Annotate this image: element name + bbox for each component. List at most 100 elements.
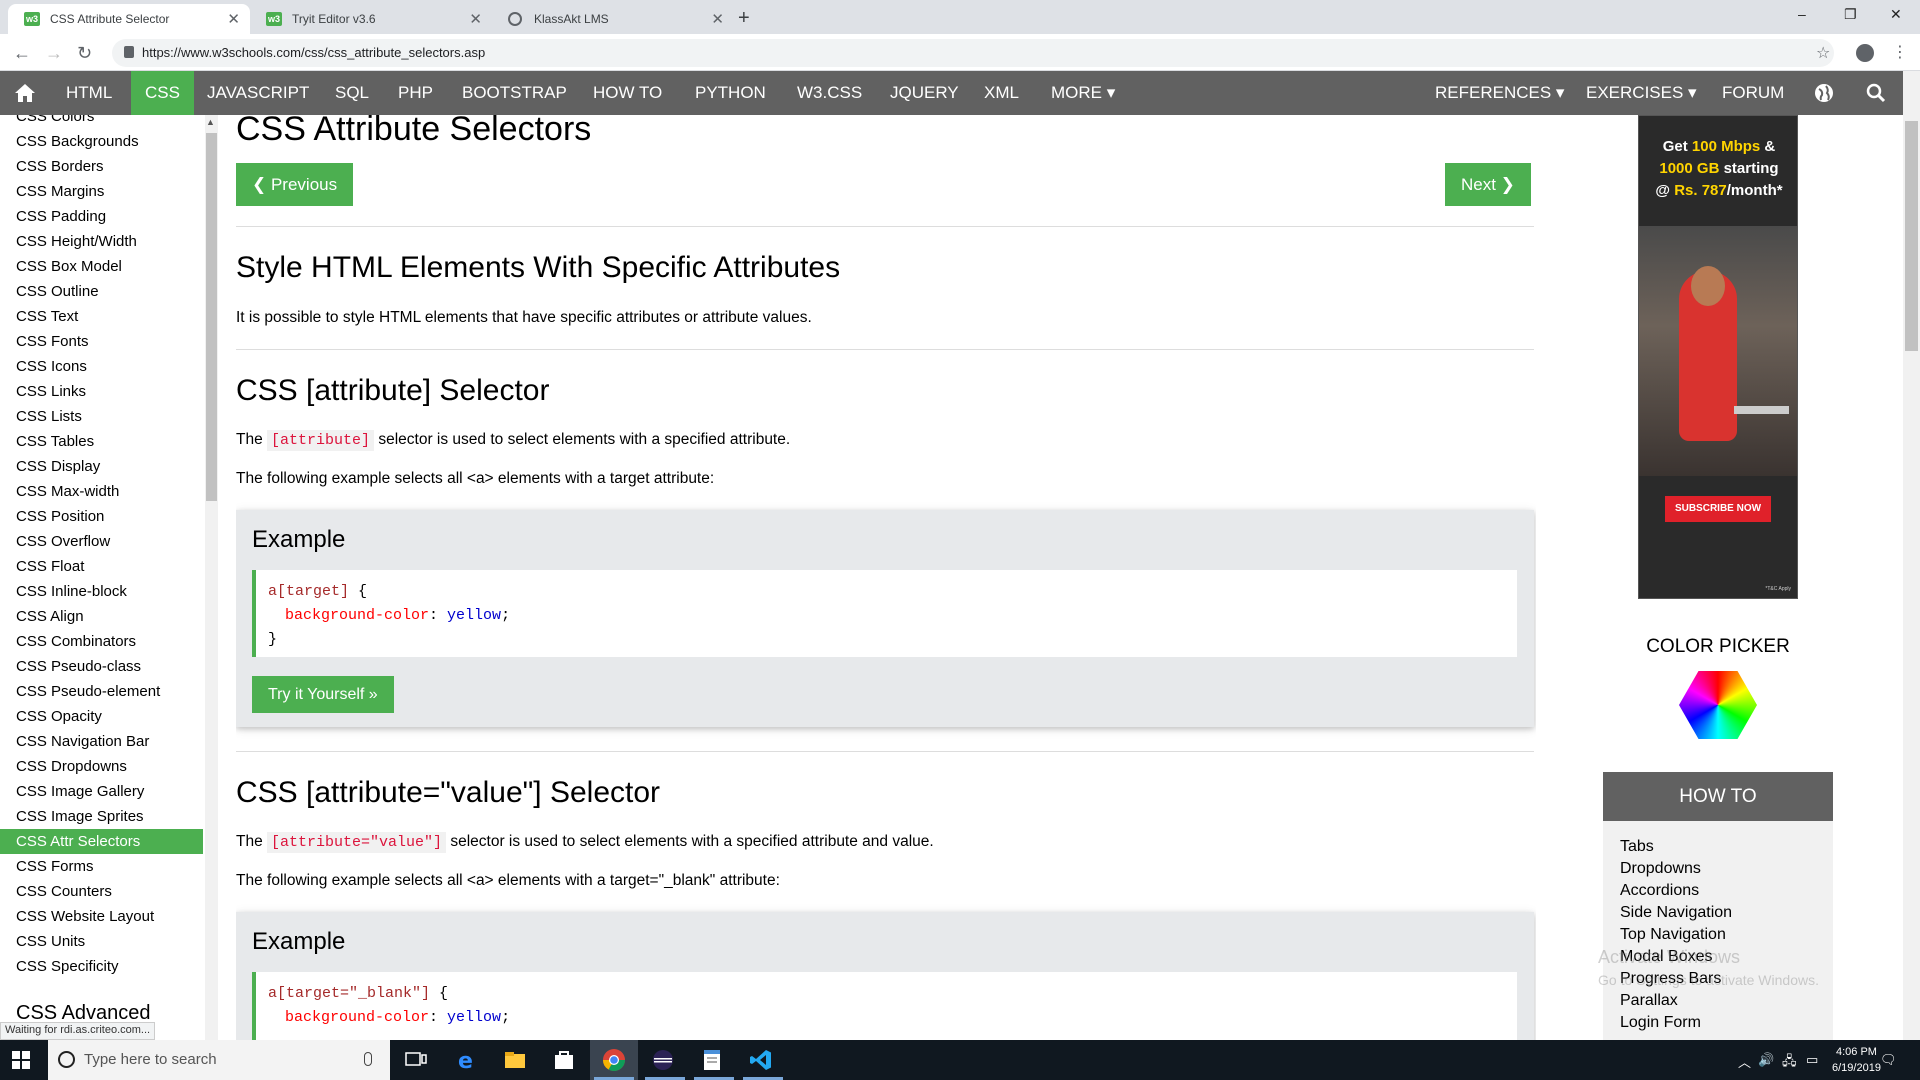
store-icon[interactable] — [552, 1048, 576, 1072]
sidebar-item[interactable]: CSS Backgrounds — [0, 129, 203, 154]
file-explorer-icon[interactable] — [503, 1048, 527, 1072]
taskbar-search-input[interactable]: Type here to search — [48, 1040, 390, 1080]
nav-forum[interactable]: FORUM — [1708, 71, 1798, 115]
sidebar-item[interactable]: CSS Opacity — [0, 704, 203, 729]
nav-w3css[interactable]: W3.CSS — [783, 71, 876, 115]
howto-link[interactable]: Login Form — [1620, 1014, 1701, 1032]
sidebar-item[interactable]: CSS Attr Selectors — [0, 829, 203, 854]
sidebar-item[interactable]: CSS Units — [0, 929, 203, 954]
url-input[interactable]: https://www.w3schools.com/css/css_attrib… — [112, 39, 1834, 67]
windows-start-icon[interactable] — [12, 1051, 30, 1069]
sidebar-item[interactable]: CSS Image Gallery — [0, 779, 203, 804]
sidebar-item[interactable]: CSS Pseudo-element — [0, 679, 203, 704]
sidebar-item[interactable]: CSS Float — [0, 554, 203, 579]
color-picker-hexagon-icon[interactable] — [1679, 671, 1757, 739]
close-window-button[interactable]: ✕ — [1890, 6, 1902, 23]
nav-xml[interactable]: XML — [970, 71, 1033, 115]
page-scrollbar[interactable] — [1903, 71, 1920, 1040]
reload-icon[interactable]: ↻ — [77, 43, 92, 64]
network-icon[interactable]: 🖧 — [1782, 1052, 1797, 1074]
nav-jquery[interactable]: JQUERY — [876, 71, 973, 115]
howto-link[interactable]: Accordions — [1620, 882, 1699, 900]
menu-kebab-icon[interactable]: ⋮ — [1892, 42, 1908, 62]
tab-tryit-editor[interactable]: w3 Tryit Editor v3.6 ✕ — [250, 4, 492, 34]
nav-exercises-dropdown[interactable]: EXERCISES ▾ — [1572, 71, 1711, 115]
sidebar-item[interactable]: CSS Margins — [0, 179, 203, 204]
taskbar-clock[interactable]: 4:06 PM 6/19/2019 — [1832, 1044, 1881, 1076]
nav-bootstrap[interactable]: BOOTSTRAP — [448, 71, 581, 115]
forward-arrow-icon[interactable]: → — [45, 43, 63, 64]
sidebar-item[interactable]: CSS Display — [0, 454, 203, 479]
eclipse-icon[interactable] — [651, 1048, 675, 1072]
sidebar-item[interactable]: CSS Links — [0, 379, 203, 404]
nav-html[interactable]: HTML — [52, 71, 126, 115]
restore-button[interactable]: ❐ — [1844, 6, 1857, 23]
sidebar-item[interactable]: CSS Website Layout — [0, 904, 203, 929]
vscode-icon[interactable] — [749, 1048, 773, 1072]
notifications-icon[interactable]: 🗨 — [1880, 1052, 1897, 1068]
sidebar-item[interactable]: CSS Counters — [0, 879, 203, 904]
edge-browser-icon[interactable]: e — [455, 1048, 479, 1072]
notepad-icon[interactable] — [700, 1048, 724, 1072]
sidebar-item[interactable]: CSS Navigation Bar — [0, 729, 203, 754]
sidebar-item[interactable]: CSS Box Model — [0, 254, 203, 279]
bookmark-star-icon[interactable]: ☆ — [1816, 43, 1830, 63]
sidebar-item[interactable]: CSS Dropdowns — [0, 754, 203, 779]
advertisement-banner[interactable]: Get 100 Mbps & 1000 GB starting @ Rs. 78… — [1638, 115, 1798, 599]
sidebar-item[interactable]: CSS Align — [0, 604, 203, 629]
sidebar-item[interactable]: CSS Colors — [0, 115, 203, 129]
sidebar-item[interactable]: CSS Outline — [0, 279, 203, 304]
show-hidden-icons-icon[interactable]: ︿ — [1738, 1052, 1751, 1071]
sidebar-item[interactable]: CSS Height/Width — [0, 229, 203, 254]
home-icon[interactable] — [14, 83, 36, 103]
sidebar-item[interactable]: CSS Position — [0, 504, 203, 529]
howto-link[interactable]: Tabs — [1620, 838, 1654, 856]
action-center-icon[interactable]: ▭ — [1806, 1052, 1818, 1068]
close-tab-icon[interactable]: ✕ — [711, 10, 724, 28]
sidebar-item[interactable]: CSS Fonts — [0, 329, 203, 354]
volume-icon[interactable]: 🔊 — [1758, 1052, 1774, 1068]
sidebar-item[interactable]: CSS Pseudo-class — [0, 654, 203, 679]
howto-link[interactable]: Parallax — [1620, 992, 1678, 1010]
howto-link[interactable]: Top Navigation — [1620, 926, 1726, 944]
subscribe-now-button[interactable]: SUBSCRIBE NOW — [1665, 496, 1771, 522]
previous-button[interactable]: ❮ Previous — [236, 163, 354, 206]
sidebar-item[interactable]: CSS Combinators — [0, 629, 203, 654]
sidebar-item[interactable]: CSS Specificity — [0, 954, 203, 979]
chrome-icon[interactable] — [602, 1048, 626, 1072]
minimize-button[interactable]: – — [1798, 6, 1806, 22]
page-scrollbar-thumb[interactable] — [1905, 121, 1918, 351]
back-arrow-icon[interactable]: ← — [13, 43, 31, 64]
sidebar-item[interactable]: CSS Max-width — [0, 479, 203, 504]
sidebar-item[interactable]: CSS Borders — [0, 154, 203, 179]
nav-how-to[interactable]: HOW TO — [579, 71, 676, 115]
nav-python[interactable]: PYTHON — [681, 71, 780, 115]
nav-javascript[interactable]: JAVASCRIPT — [193, 71, 323, 115]
howto-link[interactable]: Dropdowns — [1620, 860, 1701, 878]
sidebar-item[interactable]: CSS Icons — [0, 354, 203, 379]
nav-sql[interactable]: SQL — [321, 71, 383, 115]
globe-icon[interactable] — [1814, 83, 1834, 103]
search-icon[interactable] — [1866, 83, 1886, 103]
sidebar-item[interactable]: CSS Inline-block — [0, 579, 203, 604]
tab-klassakt-lms[interactable]: KlassAkt LMS ✕ — [492, 4, 734, 34]
sidebar-item[interactable]: CSS Image Sprites — [0, 804, 203, 829]
new-tab-button[interactable]: + — [738, 7, 750, 30]
close-tab-icon[interactable]: ✕ — [469, 10, 482, 28]
sidebar-item[interactable]: CSS Padding — [0, 204, 203, 229]
try-it-yourself-button[interactable]: Try it Yourself » — [252, 676, 394, 713]
sidebar-item[interactable]: CSS Tables — [0, 429, 203, 454]
nav-more-dropdown[interactable]: MORE ▾ — [1037, 71, 1129, 115]
sidebar-scrollbar-thumb[interactable] — [206, 133, 217, 501]
scroll-up-arrow-icon[interactable]: ▲ — [206, 117, 215, 127]
tab-css-attribute-selector[interactable]: w3 CSS Attribute Selector ✕ — [8, 4, 250, 34]
account-avatar-icon[interactable] — [1856, 44, 1874, 62]
next-button[interactable]: Next ❯ — [1445, 163, 1531, 206]
howto-link[interactable]: Side Navigation — [1620, 904, 1732, 922]
sidebar-item[interactable]: CSS Forms — [0, 854, 203, 879]
nav-css[interactable]: CSS — [131, 71, 194, 115]
close-tab-icon[interactable]: ✕ — [227, 10, 240, 28]
sidebar-item[interactable]: CSS Text — [0, 304, 203, 329]
sidebar-item[interactable]: CSS Lists — [0, 404, 203, 429]
task-view-icon[interactable] — [404, 1048, 428, 1072]
